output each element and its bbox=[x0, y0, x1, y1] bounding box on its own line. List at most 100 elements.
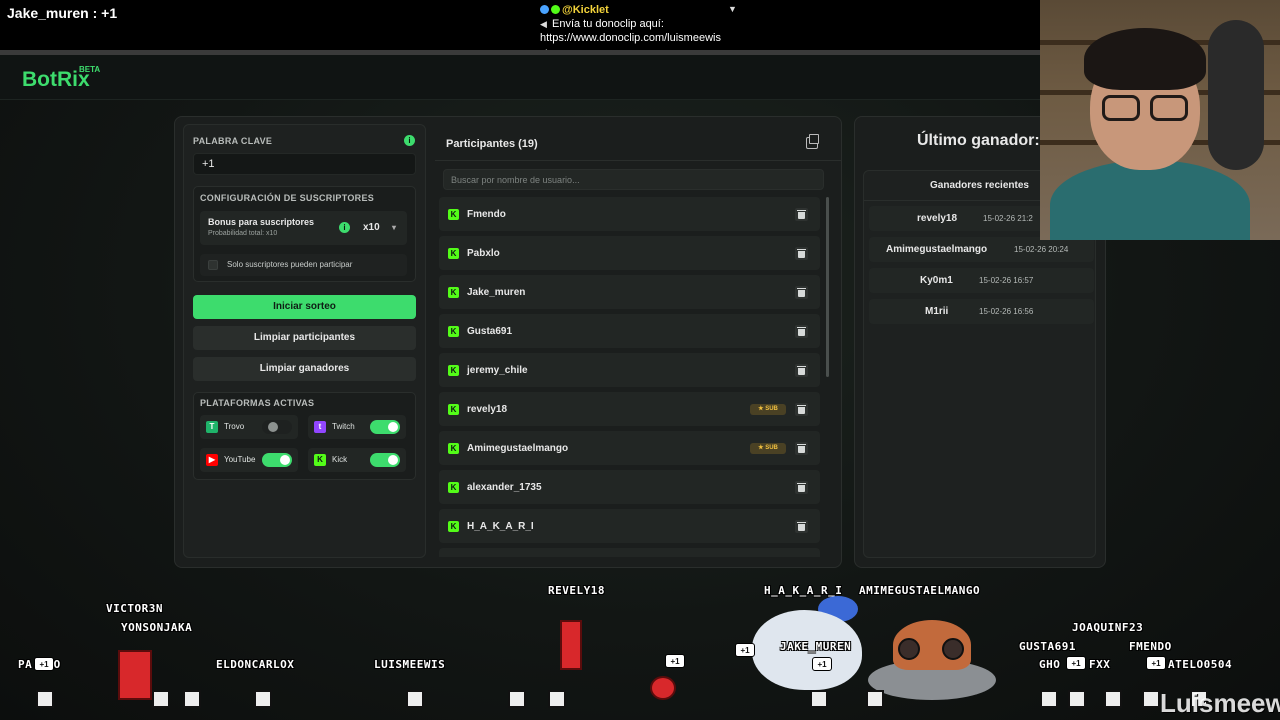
participant-row: alexander_1735 bbox=[439, 470, 820, 504]
only-subs-checkbox[interactable] bbox=[208, 260, 218, 270]
player-sprite bbox=[560, 620, 582, 670]
platforms-label: PLATAFORMAS ACTIVAS bbox=[200, 398, 315, 408]
participant-name: H_A_K_A_R_I bbox=[467, 521, 534, 532]
game-username: GUSTA691 bbox=[1019, 640, 1076, 653]
notification-line2: https://www.donoclip.com/luismeewis bbox=[540, 32, 721, 44]
platform-label: YouTube bbox=[224, 455, 256, 464]
game-username: LUISMEEWIS bbox=[374, 658, 446, 671]
glasses bbox=[1150, 95, 1188, 121]
platform-trovo: T Trovo bbox=[200, 415, 298, 439]
game-username: VICTOR3N bbox=[106, 602, 163, 615]
plus-one-bubble: +1 bbox=[812, 657, 832, 671]
sub-badge: ★ SUB bbox=[750, 404, 786, 415]
channel-watermark: Luismeewis bbox=[1160, 688, 1280, 718]
info-icon[interactable]: i bbox=[404, 135, 415, 146]
ufo-eye bbox=[942, 638, 964, 660]
participants-title: Participantes (19) bbox=[446, 138, 538, 150]
game-username: JOAQUINF23 bbox=[1072, 621, 1144, 634]
participant-name: revely18 bbox=[467, 404, 508, 415]
trash-icon[interactable] bbox=[795, 481, 808, 494]
trash-icon[interactable] bbox=[795, 403, 808, 416]
multiplier-select[interactable]: x10 ▾ bbox=[358, 219, 402, 237]
game-username: YONSONJAKA bbox=[121, 621, 193, 634]
winner-name: revely18 bbox=[917, 213, 958, 224]
participant-name: jeremy_chile bbox=[467, 365, 528, 376]
game-username: ATELO0504 bbox=[1168, 658, 1233, 671]
player-sprite bbox=[810, 690, 828, 708]
copy-icon[interactable] bbox=[806, 134, 819, 149]
kick-icon bbox=[448, 365, 459, 376]
winner-date: 15-02-26 20:24 bbox=[1014, 245, 1069, 254]
player-sprite bbox=[152, 690, 170, 708]
clear-participants-button[interactable]: Limpiar participantes bbox=[193, 326, 416, 350]
player-sprite bbox=[1068, 690, 1086, 708]
kick-toggle[interactable] bbox=[370, 453, 400, 467]
streamer-hair bbox=[1084, 28, 1206, 90]
trash-icon[interactable] bbox=[795, 325, 808, 338]
winner-row: Amimegustaelmango 15-02-26 20:24 bbox=[869, 237, 1094, 262]
participant-search-input[interactable] bbox=[443, 169, 824, 190]
kick-icon: K bbox=[314, 454, 326, 466]
twitch-toggle[interactable] bbox=[370, 420, 400, 434]
player-sprite bbox=[1040, 690, 1058, 708]
badge-icon bbox=[540, 5, 549, 14]
trash-icon[interactable] bbox=[795, 208, 808, 221]
platform-kick: K Kick bbox=[308, 448, 406, 472]
trash-icon[interactable] bbox=[795, 364, 808, 377]
plus-one-bubble: +1 bbox=[1146, 656, 1166, 670]
kick-icon bbox=[448, 404, 459, 415]
player-sprite bbox=[866, 690, 884, 708]
participants-list: Fmendo Pabxlo Jake_muren Gusta691 jeremy… bbox=[439, 197, 820, 557]
kick-icon bbox=[448, 209, 459, 220]
ufo-eye bbox=[898, 638, 920, 660]
start-raffle-button[interactable]: Iniciar sorteo bbox=[193, 295, 416, 319]
participant-row: jeremy_chile bbox=[439, 353, 820, 387]
player-sprite bbox=[36, 690, 54, 708]
game-username: GHO bbox=[1039, 658, 1061, 671]
winner-row: M1rii 15-02-26 16:56 bbox=[869, 299, 1094, 324]
only-subs-label: Solo suscriptores pueden participar bbox=[227, 260, 353, 269]
chat-latest-message: Jake_muren : +1 bbox=[7, 5, 118, 21]
keyword-input[interactable] bbox=[193, 153, 416, 175]
notification-line1: Envía tu donoclip aquí: bbox=[552, 18, 664, 30]
winner-date: 15-02-26 16:56 bbox=[979, 307, 1034, 316]
winner-name: Amimegustaelmango bbox=[886, 244, 988, 255]
subs-config-label: CONFIGURACIÓN DE SUSCRIPTORES bbox=[200, 193, 375, 203]
player-sprite bbox=[183, 690, 201, 708]
player-sprite bbox=[254, 690, 272, 708]
sub-badge: ★ SUB bbox=[750, 443, 786, 454]
trash-icon[interactable] bbox=[795, 520, 808, 533]
trovo-toggle[interactable] bbox=[262, 420, 292, 434]
last-winner-title: Último ganador: - bbox=[917, 132, 1050, 149]
trash-icon[interactable] bbox=[795, 247, 808, 260]
player-sprite bbox=[548, 690, 566, 708]
platform-twitch: t Twitch bbox=[308, 415, 406, 439]
game-username: AMIMEGUSTAELMANGO bbox=[859, 584, 981, 597]
game-username: JAKE_MUREN bbox=[780, 640, 852, 653]
trash-icon[interactable] bbox=[795, 442, 808, 455]
kick-icon bbox=[448, 248, 459, 259]
clear-winners-button[interactable]: Limpiar ganadores bbox=[193, 357, 416, 381]
plus-one-bubble: +1 bbox=[1066, 656, 1086, 670]
beta-badge: BETA bbox=[79, 65, 101, 74]
participant-name: Fmendo bbox=[467, 209, 506, 220]
plus-one-bubble: +1 bbox=[665, 654, 685, 668]
stream-scene: Jake_muren : +1 @Kicklet ◀ Envía tu donoc… bbox=[0, 0, 1280, 720]
platform-youtube: ▶ YouTube bbox=[200, 448, 298, 472]
plus-one-bubble: +1 bbox=[735, 643, 755, 657]
participant-row: Jake_muren bbox=[439, 275, 820, 309]
divider bbox=[435, 160, 841, 161]
participant-row: Amimegustaelmango ★ SUB bbox=[439, 431, 820, 465]
participants-scrollbar[interactable] bbox=[826, 197, 829, 377]
player-sprite bbox=[1142, 690, 1160, 708]
keyword-label: PALABRA CLAVE bbox=[193, 136, 273, 146]
info-icon[interactable]: i bbox=[339, 222, 350, 233]
webcam-overlay bbox=[1040, 0, 1280, 240]
youtube-toggle[interactable] bbox=[262, 453, 292, 467]
participant-row: Gusta691 bbox=[439, 314, 820, 348]
trash-icon[interactable] bbox=[795, 286, 808, 299]
player-sprite bbox=[508, 690, 526, 708]
recent-winners-title: Ganadores recientes bbox=[930, 180, 1029, 191]
kick-icon bbox=[448, 443, 459, 454]
plus-one-bubble: +1 bbox=[34, 657, 54, 671]
